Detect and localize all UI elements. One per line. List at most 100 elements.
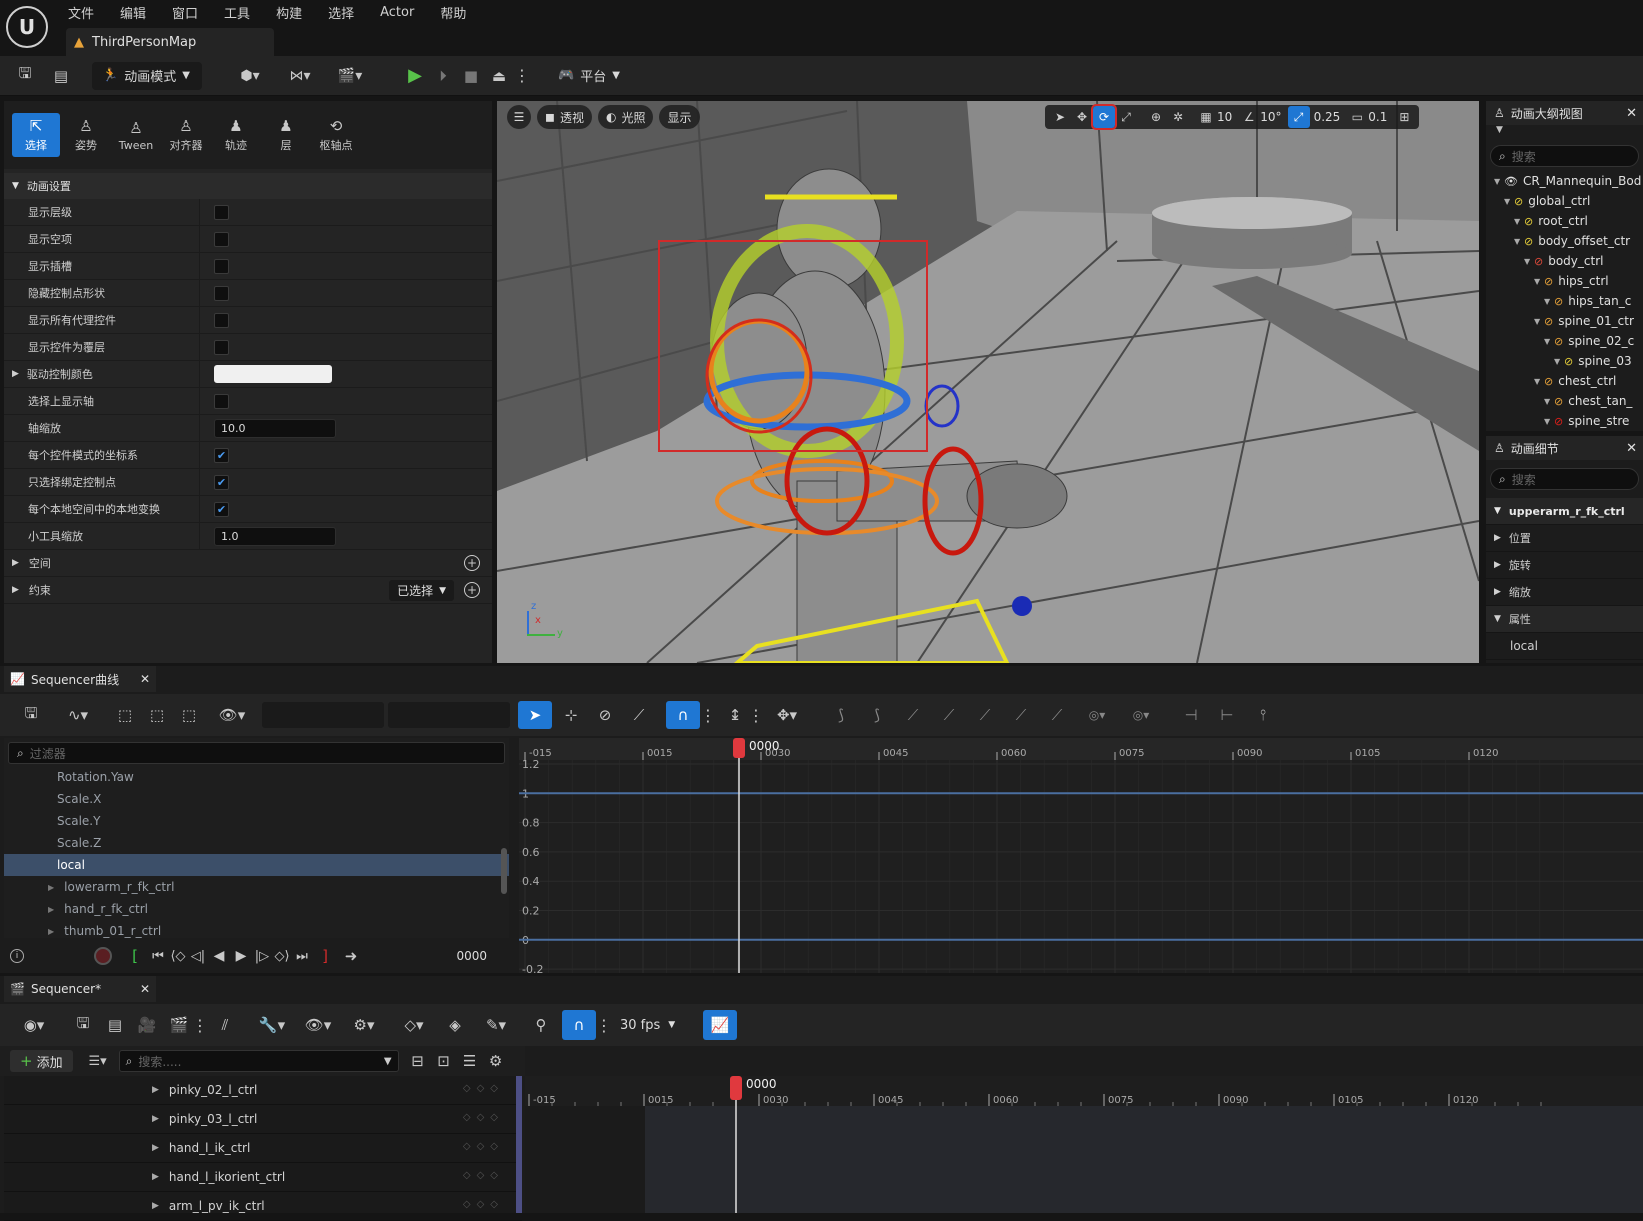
mode-tween[interactable]: ♙ Tween xyxy=(112,113,160,157)
expand-arrow-icon[interactable]: ▼ xyxy=(1544,417,1554,426)
set-start-icon[interactable]: [ xyxy=(122,943,148,969)
key-auto-icon[interactable]: ⟆ xyxy=(828,702,854,728)
key-diamond-icon[interactable]: ◇▾ xyxy=(396,1016,432,1034)
add-actor-icon[interactable]: ⬢▾ xyxy=(232,63,268,89)
snap-magnet-icon[interactable]: ∩ xyxy=(666,701,700,729)
mode-pose[interactable]: ♙ 姿势 xyxy=(62,113,110,157)
expand-arrow-icon[interactable]: ▼ xyxy=(1494,177,1504,186)
key-constant-icon[interactable]: ⟋ xyxy=(972,702,998,728)
details-control-header[interactable]: ▼ upperarm_r_fk_ctrl xyxy=(1486,498,1643,525)
menu-build[interactable]: 构建 xyxy=(276,3,302,22)
sequencer-search-input[interactable]: ⌕ 搜索..... ▼ xyxy=(118,1050,399,1072)
checkbox-checked[interactable]: ✔ xyxy=(214,447,229,463)
viewport-menu-icon[interactable]: ☰ xyxy=(507,105,531,129)
constraint-dropdown[interactable]: 已选择 ▼ xyxy=(389,580,454,601)
show-button[interactable]: 显示 xyxy=(659,105,700,129)
menu-select[interactable]: 选择 xyxy=(328,3,354,22)
curve-item[interactable]: Scale.X xyxy=(4,788,509,810)
level-tab[interactable]: ▲ ThirdPersonMap xyxy=(66,28,274,56)
key-break-icon[interactable]: ⟋ xyxy=(900,702,926,728)
mode-aligner[interactable]: ♙ 对齐器 xyxy=(162,113,210,157)
next-key-icon[interactable]: ◇⟩ xyxy=(272,949,292,964)
angle-snap-value[interactable]: 10° xyxy=(1260,110,1281,124)
checkbox[interactable] xyxy=(214,339,229,355)
expand-arrow-icon[interactable]: ▶ xyxy=(152,1143,159,1153)
expand-arrow-icon[interactable]: ▼ xyxy=(1534,277,1544,286)
scale-icon[interactable]: ⤢ xyxy=(1115,106,1137,128)
curve-editor-tab[interactable]: 📈 Sequencer曲线 ✕ xyxy=(4,666,156,692)
grid-snap-icon[interactable]: ▦ xyxy=(1195,106,1217,128)
menu-window[interactable]: 窗口 xyxy=(172,3,198,22)
outliner-search-input[interactable]: ⌕ 搜索 xyxy=(1490,145,1639,167)
snap-magnet-icon[interactable]: ∩ xyxy=(562,1010,596,1040)
expand-arrow-icon[interactable]: ▼ xyxy=(1514,217,1524,226)
close-icon[interactable]: ✕ xyxy=(1626,441,1637,456)
set-end-icon[interactable]: ] xyxy=(312,943,338,969)
outliner-item[interactable]: ▼ ⊘ chest_tan_ xyxy=(1486,391,1643,411)
details-section-location[interactable]: ▶ 位置 xyxy=(1486,525,1643,552)
transform-tool-icon[interactable]: ⊹ xyxy=(558,702,584,728)
scale-snap-icon[interactable]: ⤢ xyxy=(1287,106,1310,128)
details-attr-local[interactable]: local xyxy=(1486,633,1643,660)
save-icon[interactable]: 🖫 xyxy=(12,63,38,89)
key-linear-icon[interactable]: ⟋ xyxy=(936,702,962,728)
auto-key-icon[interactable]: ◈ xyxy=(442,1012,468,1038)
angle-snap-icon[interactable]: ∠ xyxy=(1238,106,1260,128)
key-nav-icon[interactable]: ◇◇◇ xyxy=(463,1112,504,1123)
expand-arrow-icon[interactable]: ▶ xyxy=(152,1201,159,1211)
checkbox[interactable] xyxy=(214,204,229,220)
expand-arrow-icon[interactable]: ▼ xyxy=(1504,197,1514,206)
curve-editor-toggle-icon[interactable]: 📈 xyxy=(703,1010,738,1040)
checkbox[interactable] xyxy=(214,312,229,328)
outliner-item[interactable]: ▼ ⊘ hips_ctrl xyxy=(1486,271,1643,291)
add-space-icon[interactable]: + xyxy=(464,555,480,571)
curve-item[interactable]: ▶ hand_r_fk_ctrl xyxy=(4,898,509,920)
track-row[interactable]: ▶ hand_l_ikorient_ctrl ◇◇◇ xyxy=(4,1163,522,1192)
tangent-options-icon[interactable]: ⋮ xyxy=(748,706,764,725)
grid-snap-value[interactable]: 10 xyxy=(1217,110,1232,124)
checkbox[interactable] xyxy=(214,258,229,274)
key-nav-icon[interactable]: ◇◇◇ xyxy=(463,1199,504,1210)
menu-edit[interactable]: 编辑 xyxy=(120,3,146,22)
jump-end-icon[interactable]: ⏭ xyxy=(292,949,312,964)
frame-vertical-icon[interactable]: ⬚ xyxy=(144,702,170,728)
axis-snap-icon[interactable]: ✥▾ xyxy=(770,706,804,724)
filter-curves-icon[interactable]: ⫯ xyxy=(1250,702,1276,728)
translate-icon[interactable]: ✥ xyxy=(1071,106,1093,128)
outliner-item[interactable]: ▼ ⊘ hips_tan_c xyxy=(1486,291,1643,311)
menu-actor[interactable]: Actor xyxy=(380,5,414,20)
key-step-icon[interactable]: ⟋ xyxy=(1008,702,1034,728)
render-options-icon[interactable]: ⋮ xyxy=(192,1016,208,1035)
key-user-icon[interactable]: ⟆ xyxy=(864,702,890,728)
close-icon[interactable]: ✕ xyxy=(1626,106,1637,121)
edit-mode-icon[interactable]: ✎▾ xyxy=(478,1016,514,1034)
key-weighted-icon[interactable]: ⟋ xyxy=(1044,702,1070,728)
curve-item[interactable]: Scale.Y xyxy=(4,810,509,832)
marker-icon[interactable]: ⚲ xyxy=(528,1012,554,1038)
key-value-input[interactable] xyxy=(388,702,510,728)
prev-key-icon[interactable]: ⟨◇ xyxy=(168,949,188,964)
straighten-icon[interactable]: ⊢ xyxy=(1214,702,1240,728)
track-row[interactable]: ▶ pinky_02_l_ctrl ◇◇◇ xyxy=(4,1076,522,1105)
blueprint-icon[interactable]: ⋈▾ xyxy=(282,63,318,89)
camera-speed-value[interactable]: 0.1 xyxy=(1368,110,1387,124)
surface-snap-icon[interactable]: ✲ xyxy=(1167,106,1189,128)
outliner-item[interactable]: ▼ ⊘ spine_02_c xyxy=(1486,331,1643,351)
sequencer-settings-icon[interactable]: ⚙ xyxy=(483,1048,509,1074)
menu-file[interactable]: 文件 xyxy=(68,3,94,22)
platform-dropdown[interactable]: 🎮 平台 ▼ xyxy=(558,66,620,85)
visibility-icon[interactable]: 👁▾ xyxy=(212,706,252,724)
lighting-button[interactable]: ◐ 光照 xyxy=(597,105,654,129)
expand-arrow-icon[interactable]: ▶ xyxy=(152,1085,159,1095)
outliner-item[interactable]: ▼ ⊘ body_offset_ctr xyxy=(1486,231,1643,251)
track-list-icon[interactable]: ☰ xyxy=(457,1048,483,1074)
outliner-item[interactable]: ▼ ⊘ chest_ctrl xyxy=(1486,371,1643,391)
perspective-button[interactable]: ◼ 透视 xyxy=(537,105,592,129)
mode-dropdown[interactable]: 🏃 动画模式 ▼ xyxy=(92,61,202,90)
expand-arrow-icon[interactable]: ▶ xyxy=(152,1114,159,1124)
checkbox[interactable] xyxy=(214,393,229,409)
frame-selection-icon[interactable]: ⬚ xyxy=(112,702,138,728)
camera-speed-icon[interactable]: ▭ xyxy=(1346,106,1368,128)
close-icon[interactable]: ✕ xyxy=(140,672,150,686)
anim-settings-header[interactable]: ▼ 动画设置 xyxy=(4,173,492,199)
